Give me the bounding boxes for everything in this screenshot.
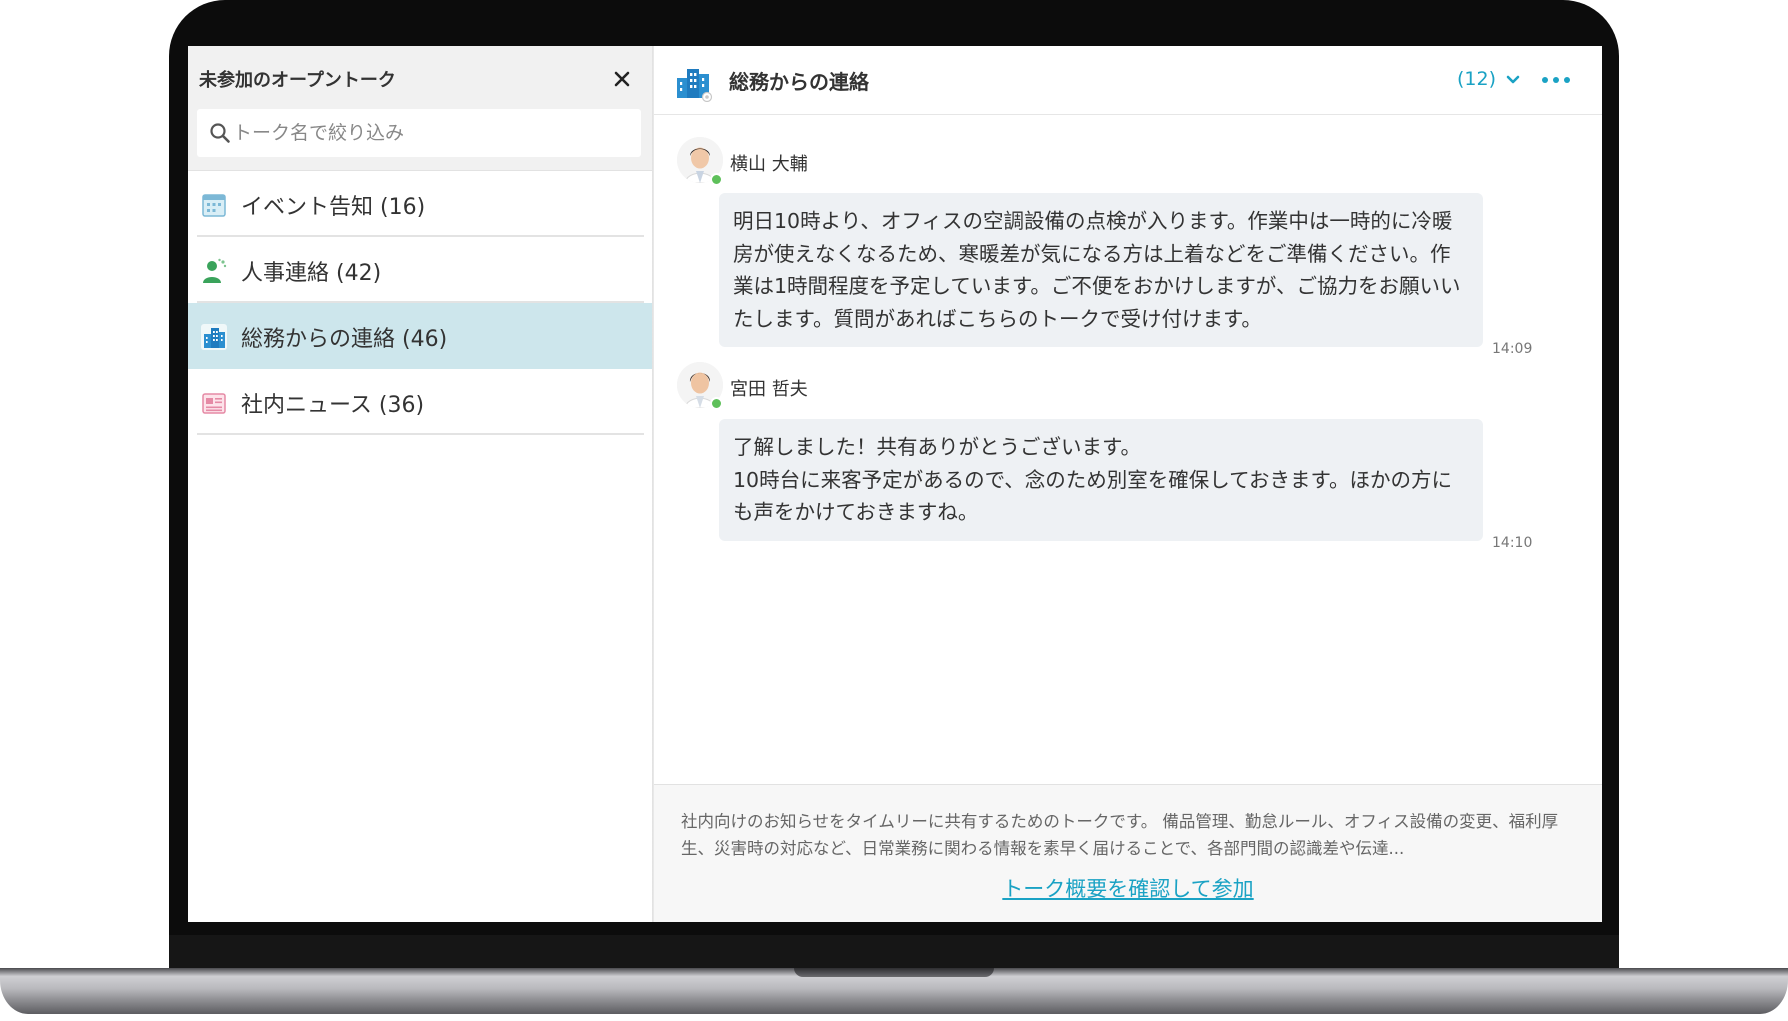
- laptop-mockup: 未参加のオープントーク トーク名で絞り込み イベント告知 (16) 人事連絡 (…: [0, 0, 1788, 1021]
- join-talk-link[interactable]: トーク概要を確認して参加: [654, 873, 1602, 903]
- app-screen: 未参加のオープントーク トーク名で絞り込み イベント告知 (16) 人事連絡 (…: [188, 46, 1602, 922]
- sender-name: 横山 大輔: [730, 154, 808, 175]
- member-count-button[interactable]: (12): [1457, 68, 1521, 90]
- close-icon: [614, 71, 630, 87]
- talk-item-label: 社内ニュース (36): [241, 393, 425, 418]
- message-time: 14:09: [1492, 341, 1533, 357]
- talk-list: イベント告知 (16) 人事連絡 (42) 総務からの連絡 (46) 社内ニュー…: [188, 171, 652, 435]
- talk-item-label: 総務からの連絡 (46): [241, 327, 448, 352]
- online-status-icon: [710, 173, 723, 186]
- talk-item-general-affairs[interactable]: 総務からの連絡 (46): [188, 303, 652, 369]
- talk-item-label: 人事連絡 (42): [241, 261, 382, 286]
- talk-item-company-news[interactable]: 社内ニュース (36): [188, 369, 652, 435]
- open-talk-panel-header: 未参加のオープントーク: [188, 46, 652, 171]
- online-status-icon: [710, 397, 723, 410]
- search-icon: [210, 123, 230, 143]
- message-bubble: 了解しました！共有ありがとうございます。 10時台に来客予定があるので、念のため…: [719, 419, 1483, 541]
- talk-item-label: イベント告知 (16): [241, 195, 426, 220]
- laptop-base-notch: [794, 968, 994, 977]
- talk-item-hr[interactable]: 人事連絡 (42): [188, 237, 652, 303]
- panel-title: 未参加のオープントーク: [199, 70, 396, 91]
- building-icon: [677, 69, 713, 102]
- chat-header: 総務からの連絡 (12): [654, 46, 1602, 115]
- search-input[interactable]: [233, 109, 629, 157]
- more-options-icon[interactable]: [1541, 74, 1571, 86]
- close-button[interactable]: [609, 66, 635, 92]
- chevron-down-icon: [1506, 75, 1520, 83]
- room-title: 総務からの連絡: [729, 70, 869, 94]
- talk-item-event[interactable]: イベント告知 (16): [188, 171, 652, 237]
- talk-description: 社内向けのお知らせをタイムリーに共有するためのトークです。 備品管理、勤怠ルール…: [681, 812, 1559, 858]
- message-time: 14:10: [1492, 535, 1533, 551]
- member-count: (12): [1457, 68, 1497, 90]
- chat-panel: 総務からの連絡 (12) 横山 大輔 明日10時より、オフィスの空調設備の点検が…: [654, 46, 1602, 922]
- divider: [197, 433, 644, 435]
- open-talk-panel: 未参加のオープントーク トーク名で絞り込み イベント告知 (16) 人事連絡 (…: [188, 46, 652, 922]
- building-icon: [201, 324, 227, 350]
- message-bubble: 明日10時より、オフィスの空調設備の点検が入ります。作業中は一時的に冷暖房が使え…: [719, 193, 1483, 347]
- newspaper-icon: [202, 393, 226, 414]
- join-footer: 社内向けのお知らせをタイムリーに共有するためのトークです。 備品管理、勤怠ルール…: [654, 784, 1602, 922]
- calendar-icon: [202, 194, 226, 217]
- person-icon: [203, 258, 227, 283]
- search-box[interactable]: [197, 109, 641, 157]
- sender-name: 宮田 哲夫: [730, 379, 808, 400]
